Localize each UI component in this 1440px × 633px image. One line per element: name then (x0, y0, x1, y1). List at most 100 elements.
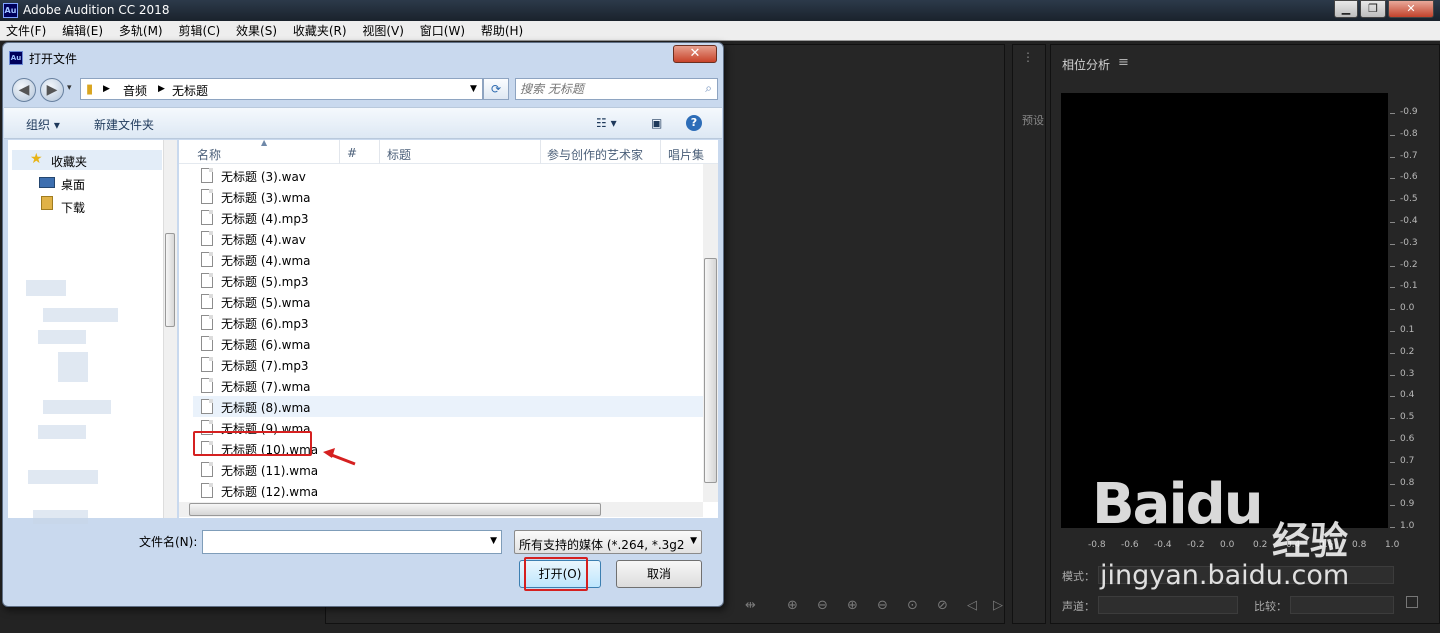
breadcrumb-untitled[interactable]: 无标题 (172, 82, 208, 99)
zoom-right-icon[interactable]: ▷ (993, 598, 1003, 613)
column-divider[interactable] (660, 140, 661, 164)
zoom-selection-icon[interactable]: ⊘ (937, 598, 948, 613)
menu-clip[interactable]: 剪辑(C) (172, 21, 226, 41)
zoom-full-icon[interactable]: ⊙ (907, 598, 918, 613)
help-icon[interactable]: ? (686, 115, 702, 131)
red-arrow-icon (323, 448, 356, 466)
redacted-item (38, 330, 86, 344)
compare-dropdown[interactable] (1290, 596, 1394, 614)
column-divider[interactable] (540, 140, 541, 164)
y-tick-label: -0.7 (1400, 150, 1418, 161)
breadcrumb-audio[interactable]: 音频 (123, 82, 147, 99)
back-button[interactable]: ◀ (12, 78, 36, 102)
y-tick (1390, 178, 1395, 180)
refresh-button[interactable]: ⟳ (483, 78, 509, 100)
side-panel-menu-icon[interactable]: ⋮ (1022, 50, 1034, 64)
file-name: 无标题 (3).wma (221, 191, 311, 205)
phase-plot (1061, 93, 1388, 528)
file-name: 无标题 (4).mp3 (221, 212, 309, 226)
column-divider[interactable] (339, 140, 340, 164)
file-name: 无标题 (3).wav (221, 170, 306, 184)
nav-favorites[interactable]: 收藏夹 (51, 153, 87, 170)
nav-downloads[interactable]: 下载 (61, 199, 85, 216)
forward-button[interactable]: ▶ (40, 78, 64, 102)
address-bar[interactable]: ▮ ▶ 音频 ▶ 无标题 ▼ (80, 78, 483, 100)
search-box[interactable]: ⌕ (515, 78, 718, 100)
y-tick-label: -0.2 (1400, 259, 1418, 270)
filename-input[interactable]: ▼ (202, 530, 502, 554)
file-row[interactable]: 无标题 (7).wma (193, 375, 703, 396)
col-album[interactable]: 唱片集 (668, 146, 704, 163)
compare-checkbox[interactable] (1406, 596, 1418, 608)
menu-effects[interactable]: 效果(S) (230, 21, 283, 41)
zoom-tool-icon[interactable]: ⇹ (745, 598, 756, 613)
nav-scrollbar[interactable] (163, 140, 177, 518)
zoom-in-amplitude-icon[interactable]: ⊕ (787, 598, 798, 613)
breadcrumb-sep-icon: ▶ (103, 84, 110, 94)
file-row[interactable]: 无标题 (6).wma (193, 333, 703, 354)
redacted-item (43, 308, 118, 322)
y-tick (1390, 222, 1395, 223)
dialog-close-button[interactable]: ✕ (673, 45, 717, 63)
close-window-button[interactable]: ✕ (1388, 0, 1434, 18)
y-tick-label: -0.1 (1400, 281, 1418, 292)
recent-locations-icon[interactable]: ▾ (67, 83, 72, 93)
filetype-select[interactable]: 所有支持的媒体 (*.264, *.3g2, ▼ (514, 530, 702, 554)
zoom-in-time-icon[interactable]: ⊕ (847, 598, 858, 613)
file-row[interactable]: 无标题 (12).wma (193, 480, 703, 501)
file-row[interactable]: 无标题 (11).wma (193, 459, 703, 480)
highlight-box (193, 431, 312, 456)
new-folder-button[interactable]: 新建文件夹 (94, 116, 154, 133)
y-tick-label: 0.0 (1400, 303, 1415, 314)
horizontal-scroll-thumb[interactable] (189, 503, 601, 516)
file-row[interactable]: 无标题 (7).mp3 (193, 354, 703, 375)
menu-multitrack[interactable]: 多轨(M) (113, 21, 169, 41)
search-icon[interactable]: ⌕ (705, 81, 712, 96)
menu-favorites[interactable]: 收藏夹(R) (287, 21, 353, 41)
preview-pane-icon[interactable]: ▣ (651, 116, 662, 130)
col-name[interactable]: 名称 (197, 146, 221, 163)
organize-button[interactable]: 组织 ▾ (26, 116, 60, 133)
view-options-icon[interactable]: ☷ ▾ (596, 116, 617, 130)
file-name: 无标题 (5).wma (221, 296, 311, 310)
y-tick (1390, 352, 1395, 354)
y-tick-label: -0.6 (1400, 172, 1418, 183)
column-divider[interactable] (379, 140, 380, 164)
col-number[interactable]: # (347, 146, 357, 160)
menu-edit[interactable]: 编辑(E) (56, 21, 109, 41)
minimize-button[interactable]: ▁ (1334, 0, 1358, 18)
nav-desktop[interactable]: 桌面 (61, 176, 85, 193)
address-dropdown-icon[interactable]: ▼ (470, 84, 477, 94)
menu-file[interactable]: 文件(F) (0, 21, 52, 41)
file-row[interactable]: 无标题 (4).wav (193, 228, 703, 249)
column-header: 名称 ▲ # 标题 参与创作的艺术家 唱片集 (179, 138, 718, 164)
x-tick-label: -0.6 (1121, 540, 1139, 550)
col-artist[interactable]: 参与创作的艺术家 (547, 146, 643, 163)
file-row[interactable]: 无标题 (8).wma (193, 396, 703, 417)
menu-help[interactable]: 帮助(H) (475, 21, 529, 41)
file-row[interactable]: 无标题 (6).mp3 (193, 312, 703, 333)
panel-menu-icon[interactable]: ≡ (1118, 55, 1129, 70)
menu-window[interactable]: 窗口(W) (414, 21, 471, 41)
file-row[interactable]: 无标题 (4).mp3 (193, 207, 703, 228)
menu-view[interactable]: 视图(V) (356, 21, 410, 41)
zoom-out-amplitude-icon[interactable]: ⊖ (817, 598, 828, 613)
file-icon (201, 378, 213, 393)
nav-scroll-thumb[interactable] (165, 233, 175, 327)
file-row[interactable]: 无标题 (3).wav (193, 165, 703, 186)
search-input[interactable] (520, 81, 690, 97)
filename-dropdown-icon[interactable]: ▼ (490, 536, 497, 546)
file-row[interactable]: 无标题 (5).mp3 (193, 270, 703, 291)
maximize-button[interactable]: ❐ (1360, 0, 1386, 18)
zoom-left-icon[interactable]: ◁ (967, 598, 977, 613)
channel-dropdown[interactable] (1098, 596, 1238, 614)
col-title[interactable]: 标题 (387, 146, 411, 163)
cancel-button[interactable]: 取消 (616, 560, 702, 588)
vertical-scroll-thumb[interactable] (704, 258, 717, 483)
file-row[interactable]: 无标题 (4).wma (193, 249, 703, 270)
y-tick (1390, 265, 1395, 267)
baidu-watermark-cn: 经验 (1272, 519, 1349, 563)
file-row[interactable]: 无标题 (3).wma (193, 186, 703, 207)
zoom-out-time-icon[interactable]: ⊖ (877, 598, 888, 613)
file-row[interactable]: 无标题 (5).wma (193, 291, 703, 312)
